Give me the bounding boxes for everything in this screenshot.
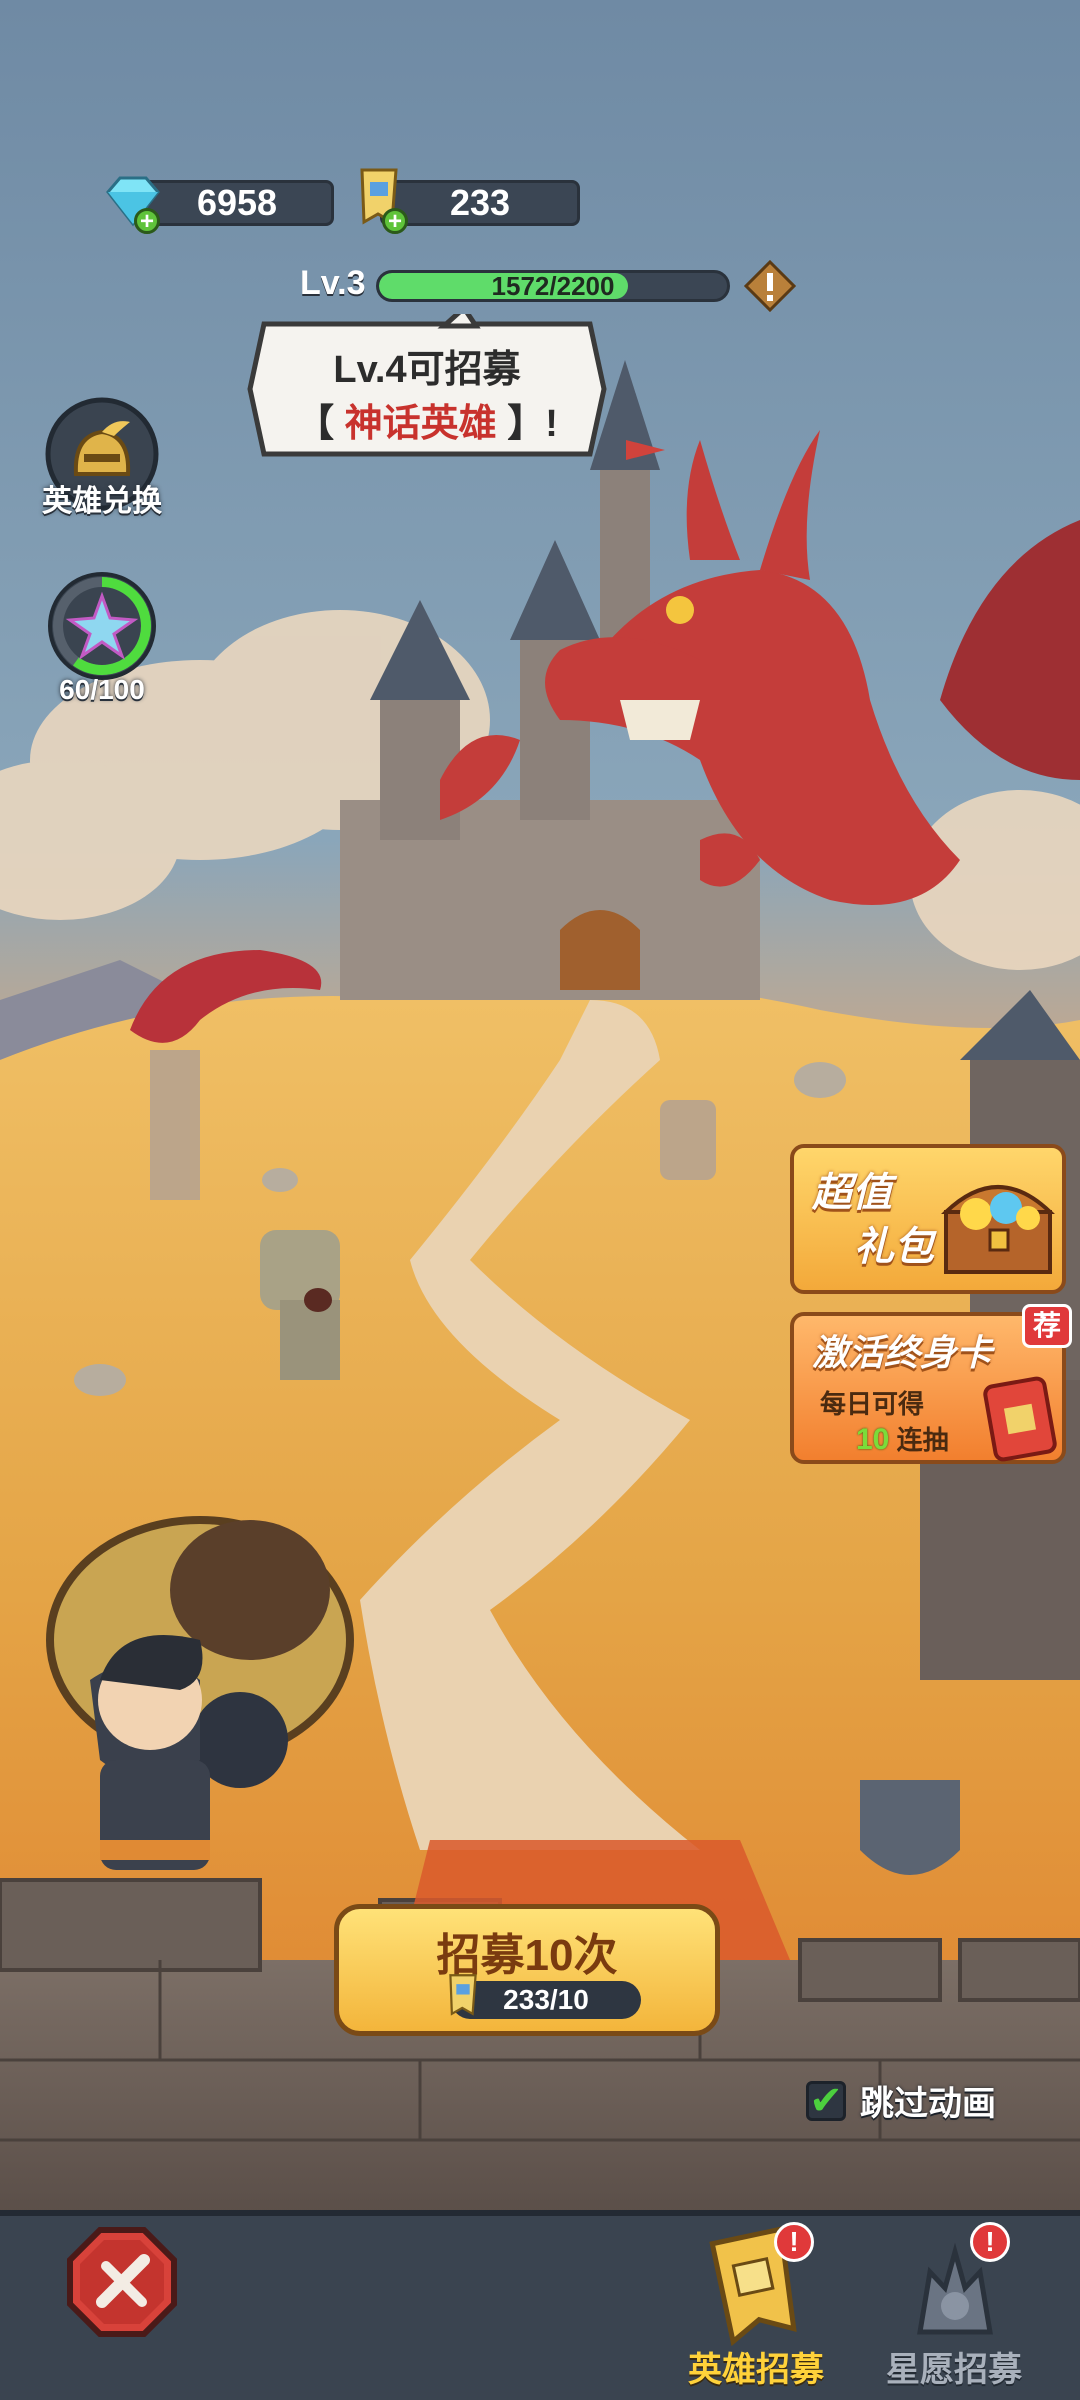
mythic-hero-text: 神话英雄 bbox=[344, 403, 497, 445]
recruit-hint-bubble: Lv.4可招募 【 神话英雄 】! bbox=[244, 314, 610, 464]
value-gift-pack-button[interactable]: 超值 礼包 bbox=[790, 1144, 1066, 1294]
lifetime-card-count: 10 bbox=[856, 1423, 890, 1456]
star-progress-text: 60/100 bbox=[59, 674, 145, 705]
bubble-line-1: Lv.4可招募 bbox=[333, 349, 521, 391]
add-gems-button[interactable]: + bbox=[134, 208, 160, 234]
ticket-count: 233 bbox=[449, 182, 511, 223]
info-icon bbox=[743, 259, 797, 313]
recruit-cost-text: 233/10 bbox=[503, 1984, 589, 2015]
recruit-10-label: 招募10次 bbox=[436, 1931, 618, 1980]
level-label: Lv.3 bbox=[300, 264, 366, 302]
lifetime-card-line-2: 连抽 bbox=[896, 1425, 949, 1455]
close-swords-icon bbox=[67, 2227, 177, 2337]
hero-recruit-alert-mark: ! bbox=[789, 2226, 799, 2257]
recruit-10-button[interactable]: 招募10次 233/10 bbox=[334, 1904, 720, 2036]
gem-counter[interactable]: 6958 bbox=[140, 180, 334, 226]
xp-text: 1572/2200 bbox=[491, 270, 615, 301]
hero-exchange-label: 英雄兑换 bbox=[42, 485, 162, 518]
skip-animation-checkbox[interactable]: ✔ bbox=[806, 2078, 846, 2123]
skip-animation-toggle[interactable]: ✔ 跳过动画 bbox=[806, 2076, 996, 2125]
gift-pack-line-1: 超值 bbox=[812, 1171, 892, 1215]
lifetime-card-title: 激活终身卡 bbox=[812, 1332, 993, 1373]
star-progress-button[interactable] bbox=[46, 570, 158, 682]
lifetime-card-line-1: 每日可得 bbox=[820, 1389, 925, 1419]
gift-pack-line-2: 礼包 bbox=[854, 1225, 934, 1269]
star-crystal-icon bbox=[48, 572, 156, 680]
bubble-line-2: 【 神话英雄 】! bbox=[244, 392, 610, 447]
lifetime-card-count-row: 10 连抽 bbox=[856, 1420, 949, 1457]
xp-bar: 1572/2200 bbox=[376, 270, 730, 302]
recommend-badge: 荐 bbox=[1022, 1304, 1072, 1348]
hero-recruit-alert-badge: ! bbox=[774, 2222, 814, 2262]
card-ticket-icon bbox=[983, 1376, 1057, 1462]
ticket-icon bbox=[449, 1974, 477, 2016]
ticket-counter[interactable]: 233 bbox=[380, 180, 580, 226]
tab-star-recruit[interactable]: 星愿招募 bbox=[874, 2222, 1034, 2392]
checkmark-icon: ✔ bbox=[809, 2078, 843, 2123]
star-recruit-alert-badge: ! bbox=[970, 2222, 1010, 2262]
bubble-open-bracket: 【 bbox=[296, 403, 335, 445]
tab-star-recruit-label: 星愿招募 bbox=[886, 2351, 1022, 2389]
gem-count: 6958 bbox=[196, 182, 278, 223]
add-tickets-button[interactable]: + bbox=[382, 208, 408, 234]
skip-animation-label: 跳过动画 bbox=[860, 2085, 996, 2123]
info-button[interactable] bbox=[743, 259, 797, 313]
recommend-badge-text: 荐 bbox=[1032, 1310, 1061, 1341]
bubble-close: 】! bbox=[507, 403, 558, 445]
tab-hero-recruit-label: 英雄招募 bbox=[688, 2351, 824, 2389]
close-button[interactable] bbox=[66, 2226, 178, 2338]
star-recruit-alert-mark: ! bbox=[985, 2226, 995, 2257]
treasure-chest-icon bbox=[941, 1185, 1055, 1274]
